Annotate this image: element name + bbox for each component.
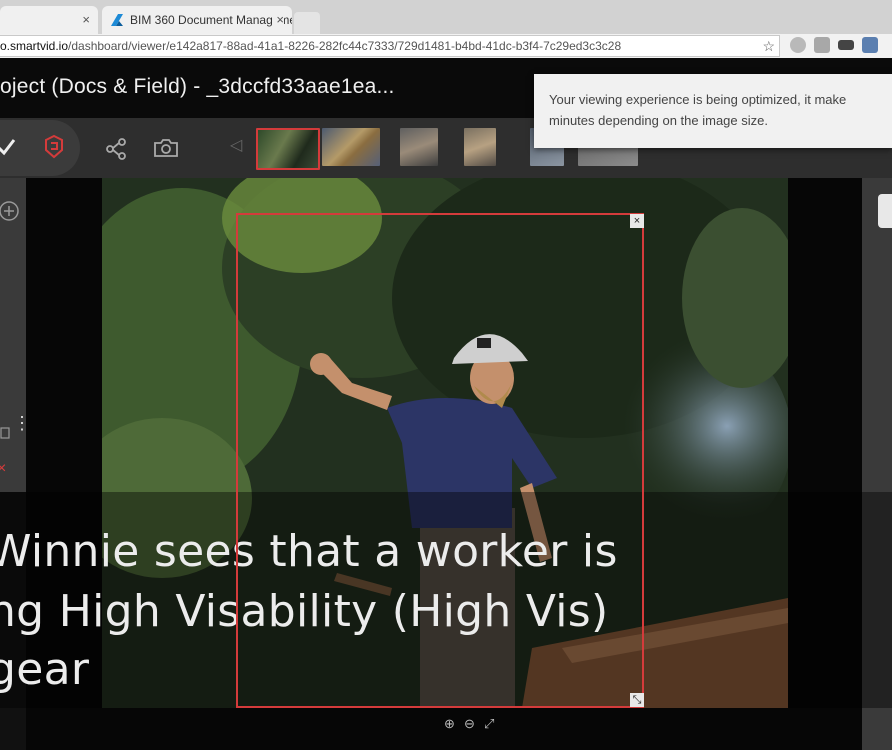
zoom-out-icon[interactable]: ⊖ xyxy=(464,716,475,732)
thumbnail-prev-arrow-icon[interactable]: ◁ xyxy=(230,135,242,155)
close-icon[interactable]: × xyxy=(0,460,6,478)
share-icon[interactable] xyxy=(105,138,127,160)
project-title: oject (Docs & Field) - _3dccfd33aae1ea..… xyxy=(0,75,395,98)
bookmark-star-icon[interactable]: ☆ xyxy=(762,36,775,56)
right-panel-tab[interactable] xyxy=(878,194,892,228)
browser-tab-bim360[interactable]: BIM 360 Document Manageme × xyxy=(102,6,292,34)
tab-label: BIM 360 Document Manageme xyxy=(130,13,292,27)
tab-close-icon[interactable]: × xyxy=(82,12,90,27)
optimization-toast: Your viewing experience is being optimiz… xyxy=(534,74,892,148)
browser-tab[interactable]: × xyxy=(0,6,98,34)
autodesk-logo-icon xyxy=(111,14,123,26)
extension-icon[interactable] xyxy=(862,37,878,53)
flag-tag-icon[interactable] xyxy=(42,134,66,160)
thumbnail[interactable] xyxy=(464,128,496,166)
thumbnail-selected[interactable] xyxy=(256,128,320,170)
annotation-close-icon[interactable]: × xyxy=(630,214,644,228)
caption-line: gear xyxy=(0,644,90,695)
check-icon[interactable] xyxy=(0,136,18,158)
browser-tab-strip: × BIM 360 Document Manageme × xyxy=(0,0,892,34)
left-side-panel: ⋮ × xyxy=(0,178,31,492)
annotation-selection-box[interactable]: × ⤡ xyxy=(236,213,644,708)
extension-icon[interactable] xyxy=(838,40,854,50)
zoom-controls: ⊕ ⊖ ⤢ xyxy=(440,716,510,736)
add-circle-icon[interactable] xyxy=(0,200,20,222)
tool-group xyxy=(0,120,80,176)
url-path: /dashboard/viewer/e142a817-88ad-41a1-822… xyxy=(68,39,622,53)
camera-icon[interactable] xyxy=(153,137,179,159)
thumbnail[interactable] xyxy=(400,128,438,166)
thumbnail[interactable] xyxy=(322,128,380,166)
extension-icon[interactable] xyxy=(790,37,806,53)
url-field[interactable]: o.smartvid.io/dashboard/viewer/e142a817-… xyxy=(0,35,780,57)
image-icon[interactable] xyxy=(0,426,10,440)
toast-line: Your viewing experience is being optimiz… xyxy=(549,92,847,107)
zoom-in-icon[interactable]: ⊕ xyxy=(444,716,455,732)
annotation-resize-handle-icon[interactable]: ⤡ xyxy=(630,693,644,707)
url-host: o.smartvid.io xyxy=(0,39,69,53)
extension-icon[interactable] xyxy=(814,37,830,53)
toast-line: minutes depending on the image size. xyxy=(549,113,768,128)
fit-to-screen-icon[interactable]: ⤢ xyxy=(484,716,494,732)
address-bar: o.smartvid.io/dashboard/viewer/e142a817-… xyxy=(0,34,892,58)
new-tab-button[interactable] xyxy=(294,12,320,34)
tab-close-icon[interactable]: × xyxy=(272,12,284,27)
